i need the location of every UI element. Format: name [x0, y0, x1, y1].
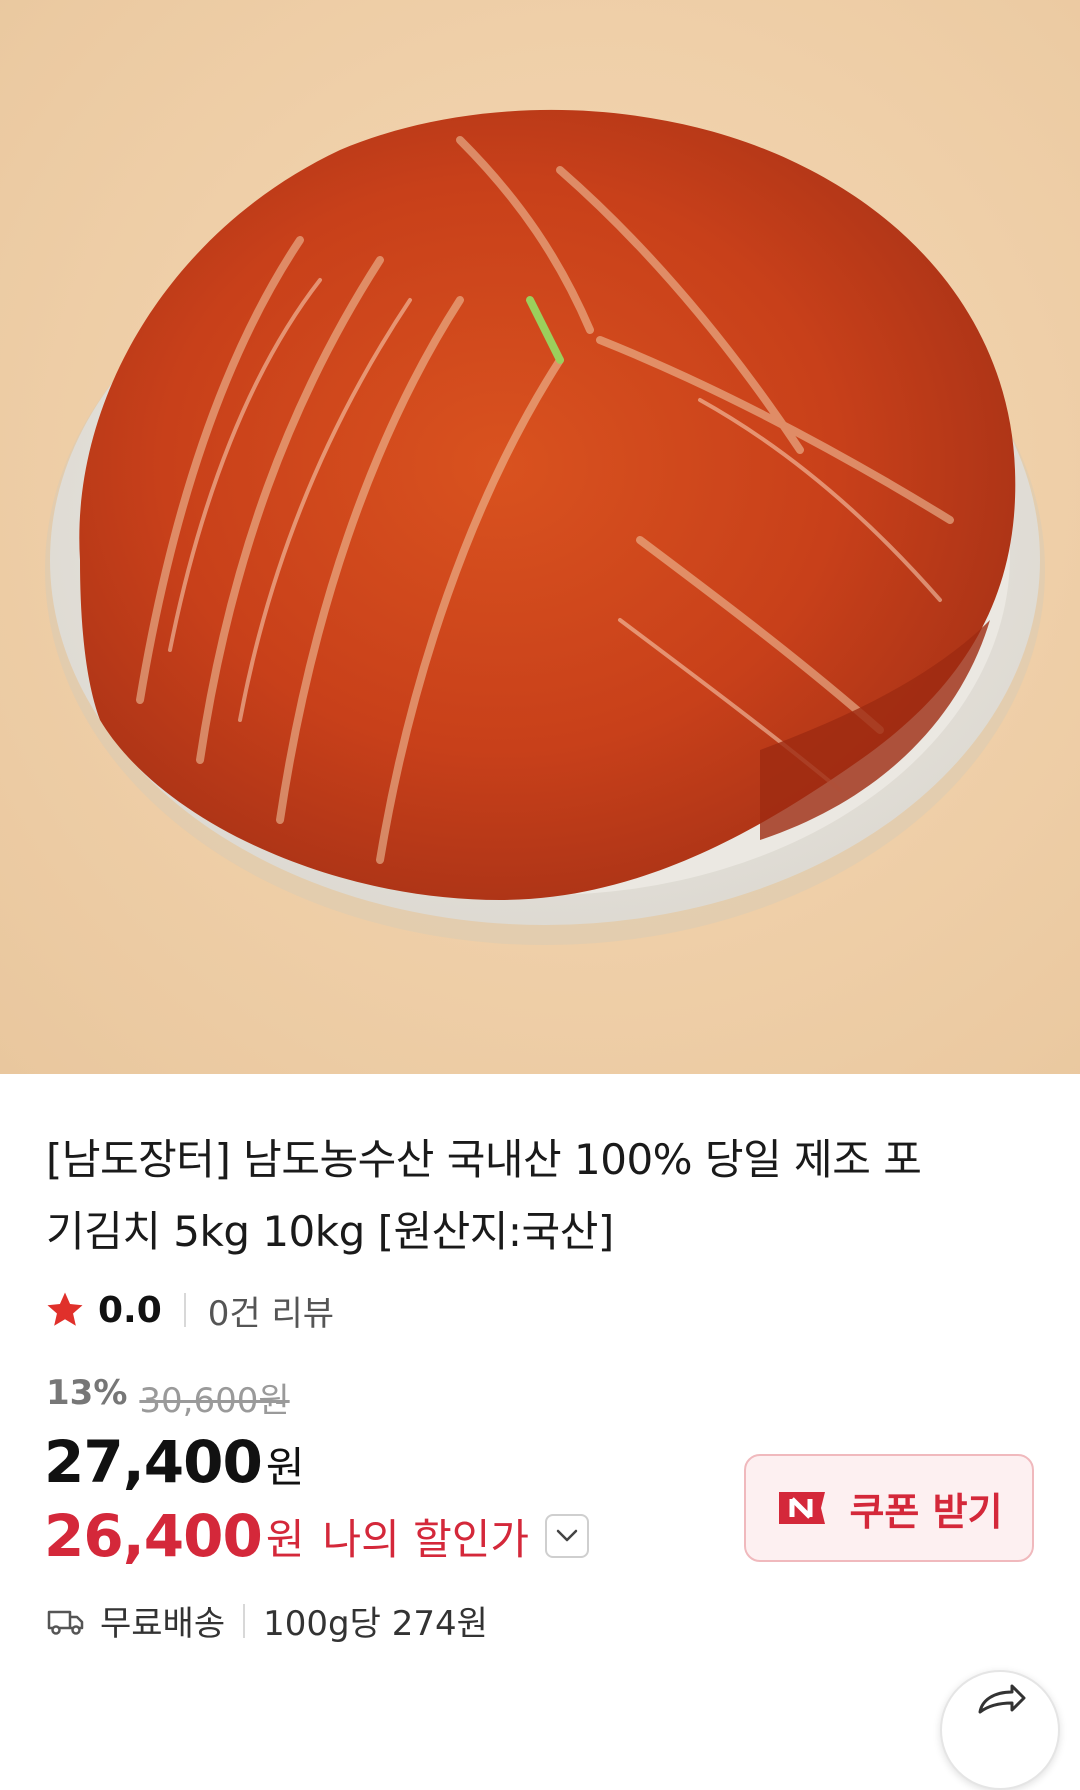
my-price-label: 나의 할인가 — [322, 1514, 530, 1564]
original-price-row: 13% 30,600원 — [46, 1373, 290, 1422]
share-button[interactable] — [940, 1670, 1060, 1790]
sale-price-value: 27,400 — [44, 1428, 263, 1496]
my-price-unit: 원 — [265, 1514, 305, 1564]
product-image[interactable] — [0, 0, 1080, 1074]
sale-price: 27,400 원 — [44, 1428, 304, 1496]
shipping-method: 무료배송 — [100, 1604, 226, 1644]
discount-percent: 13% — [46, 1373, 128, 1413]
original-price: 30,600원 — [139, 1381, 290, 1421]
coupon-label: 쿠폰 받기 — [849, 1489, 1003, 1534]
review-count[interactable]: 0건 리뷰 — [208, 1286, 334, 1335]
rating-row[interactable]: 0.0 0건 리뷰 — [44, 1286, 334, 1334]
my-price-value: 26,400 — [44, 1502, 263, 1570]
chevron-down-icon[interactable] — [545, 1514, 590, 1558]
coupon-button[interactable]: 쿠폰 받기 — [744, 1454, 1034, 1562]
product-title: [남도장터] 남도농수산 국내산 100% 당일 제조 포기김치 5kg 10k… — [46, 1135, 922, 1256]
kimchi-image — [45, 109, 1045, 945]
naver-n-icon — [779, 1492, 826, 1524]
sale-price-unit: 원 — [265, 1443, 305, 1492]
truck-icon — [47, 1610, 84, 1635]
unit-price: 100g당 274원 — [263, 1604, 488, 1644]
rating-score: 0.0 — [98, 1289, 162, 1331]
divider — [183, 1293, 186, 1327]
my-discount-price[interactable]: 26,400 원 나의 할인가 — [44, 1502, 590, 1570]
star-icon — [47, 1292, 83, 1326]
shipping-row: 무료배송 100g당 274원 — [46, 1596, 488, 1645]
divider — [243, 1603, 246, 1638]
